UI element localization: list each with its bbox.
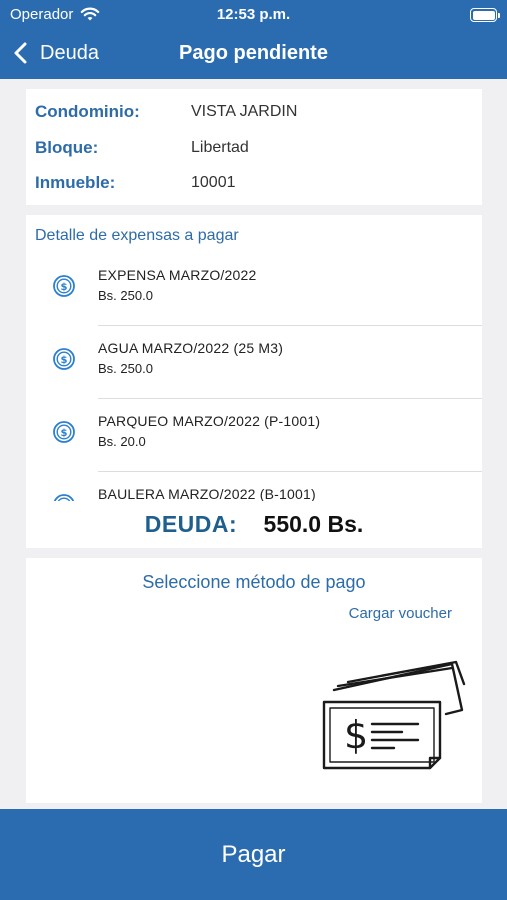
status-bar: Operador 12:53 p.m. bbox=[0, 4, 507, 26]
upload-voucher-link[interactable]: Cargar voucher bbox=[349, 605, 452, 622]
item-name: PARQUEO MARZO/2022 (P-1001) bbox=[98, 413, 321, 429]
svg-text:$: $ bbox=[61, 355, 68, 366]
dollar-circle-icon: $ bbox=[53, 275, 75, 297]
detail-title: Detalle de expensas a pagar bbox=[35, 227, 239, 244]
list-item: $ PARQUEO MARZO/2022 (P-1001) Bs. 20.0 bbox=[26, 399, 482, 472]
payment-method-title: Seleccione método de pago bbox=[142, 572, 366, 592]
pay-button[interactable]: Pagar bbox=[0, 809, 507, 900]
navigation-bar: Deuda Pago pendiente bbox=[0, 30, 507, 74]
item-amount: Bs. 250.0 bbox=[98, 288, 153, 303]
money-bills-icon[interactable]: $ bbox=[322, 660, 468, 770]
dollar-circle-icon: $ bbox=[53, 494, 75, 501]
info-label: Inmueble: bbox=[35, 173, 116, 192]
battery-icon bbox=[470, 8, 500, 22]
list-item: $ EXPENSA MARZO/2022 Bs. 250.0 bbox=[26, 253, 482, 326]
list-item: $ BAULERA MARZO/2022 (B-1001) bbox=[26, 472, 482, 501]
dollar-circle-icon: $ bbox=[53, 421, 75, 443]
page-title: Pago pendiente bbox=[179, 42, 328, 64]
info-row-inmueble: Inmueble: 10001 bbox=[35, 171, 236, 195]
svg-text:$: $ bbox=[344, 713, 368, 757]
item-name: AGUA MARZO/2022 (25 M3) bbox=[98, 340, 284, 356]
total-value: 550.0 Bs. bbox=[263, 511, 364, 537]
svg-text:$: $ bbox=[61, 428, 68, 439]
payment-method-card: Seleccione método de pago Cargar voucher… bbox=[26, 558, 482, 803]
debt-total: DEUDA: 550.0 Bs. bbox=[26, 511, 482, 538]
expense-detail-card: Detalle de expensas a pagar $ EXPENSA MA… bbox=[26, 215, 482, 548]
info-value: Libertad bbox=[191, 139, 249, 156]
svg-text:$: $ bbox=[61, 282, 68, 293]
item-amount: Bs. 20.0 bbox=[98, 434, 146, 449]
property-info-card: Condominio: VISTA JARDIN Bloque: Liberta… bbox=[26, 89, 482, 205]
info-value: VISTA JARDIN bbox=[191, 103, 298, 120]
info-label: Bloque: bbox=[35, 138, 99, 157]
item-name: EXPENSA MARZO/2022 bbox=[98, 267, 257, 283]
dollar-circle-icon: $ bbox=[53, 348, 75, 370]
app-header: Operador 12:53 p.m. Deuda Pago pendiente bbox=[0, 0, 507, 79]
expense-list[interactable]: $ EXPENSA MARZO/2022 Bs. 250.0 $ AGUA MA… bbox=[26, 253, 482, 501]
item-amount: Bs. 250.0 bbox=[98, 361, 153, 376]
info-row-bloque: Bloque: Libertad bbox=[35, 136, 249, 160]
info-row-condominio: Condominio: VISTA JARDIN bbox=[35, 100, 297, 124]
info-label: Condominio: bbox=[35, 102, 140, 121]
total-label: DEUDA: bbox=[144, 511, 238, 537]
list-item: $ AGUA MARZO/2022 (25 M3) Bs. 250.0 bbox=[26, 326, 482, 399]
status-time: 12:53 p.m. bbox=[216, 6, 291, 23]
item-name: BAULERA MARZO/2022 (B-1001) bbox=[98, 486, 316, 501]
info-value: 10001 bbox=[191, 174, 236, 191]
